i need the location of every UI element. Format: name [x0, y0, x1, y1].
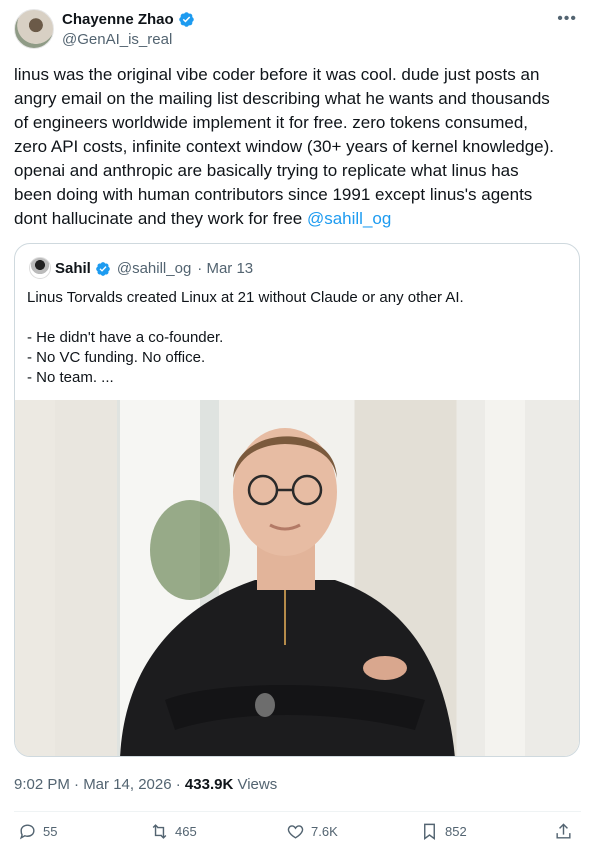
view-count: 433.9K: [184, 776, 234, 793]
author-avatar[interactable]: [14, 9, 54, 49]
repost-icon: [152, 824, 167, 839]
quoted-handle[interactable]: @sahill_og: [117, 260, 191, 277]
views-label: Views: [233, 776, 278, 793]
tweet-body: linus was the original vibe coder before…: [14, 65, 555, 228]
bookmark-icon: [424, 823, 435, 841]
like-button[interactable]: 7.6K: [286, 822, 338, 841]
quoted-header: Sahil @sahill_og · Mar 13: [55, 260, 253, 277]
bookmark-button[interactable]: 852: [420, 822, 467, 841]
reply-count: 55: [43, 824, 58, 839]
like-icon: [287, 825, 304, 839]
author-handle[interactable]: @GenAI_is_real: [62, 31, 172, 48]
verified-badge-icon: [96, 261, 110, 276]
quoted-date: · Mar 13: [197, 260, 254, 277]
quoted-text: Linus Torvalds created Linux at 21 witho…: [27, 289, 464, 386]
mention-link[interactable]: @sahill_og: [307, 209, 391, 228]
verified-badge-icon: [178, 12, 194, 27]
quoted-photo[interactable]: [15, 400, 579, 756]
author-name-row[interactable]: Chayenne Zhao: [62, 11, 195, 28]
share-button[interactable]: [554, 822, 573, 841]
author-display-name[interactable]: Chayenne Zhao: [62, 11, 174, 28]
reply-button[interactable]: 55: [18, 822, 57, 841]
tweet-time[interactable]: 9:02 PM · Mar 14, 2026 ·: [14, 776, 185, 793]
repost-count: 465: [175, 824, 197, 839]
divider: [14, 811, 581, 812]
like-count: 7.6K: [311, 824, 338, 839]
tweet-text: linus was the original vibe coder before…: [14, 63, 584, 231]
portrait-image: [15, 400, 525, 756]
tweet-timestamp[interactable]: 9:02 PM · Mar 14, 2026 · 433.9K Views: [14, 776, 277, 793]
share-icon: [556, 823, 571, 839]
more-icon[interactable]: •••: [557, 10, 577, 28]
reply-icon: [19, 824, 35, 840]
action-bar: 55 465 7.6K 852: [14, 822, 580, 848]
bookmark-count: 852: [445, 824, 467, 839]
quoted-tweet[interactable]: Sahil @sahill_og · Mar 13 Linus Torvalds…: [14, 243, 580, 757]
quoted-avatar[interactable]: [29, 257, 51, 279]
quoted-display-name[interactable]: Sahil: [55, 260, 91, 277]
repost-button[interactable]: 465: [150, 822, 197, 841]
